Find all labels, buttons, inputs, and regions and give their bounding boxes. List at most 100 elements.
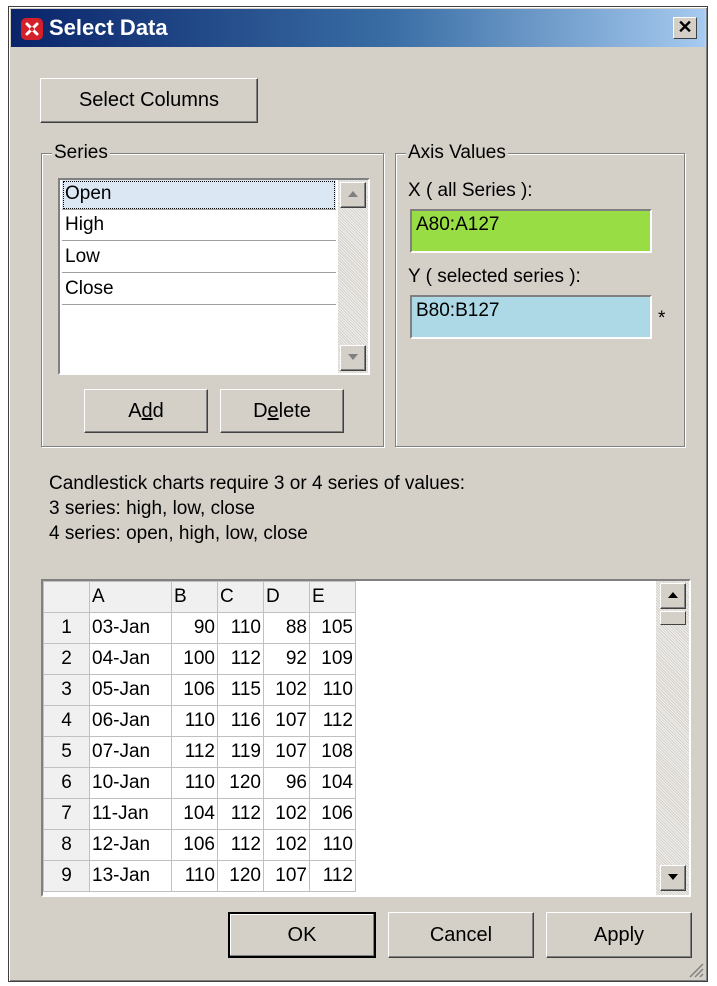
add-button-label: Add (128, 399, 164, 422)
row-header: 1 (43, 612, 90, 644)
column-header-c[interactable]: C (217, 581, 264, 613)
value-cell[interactable]: 102 (263, 829, 310, 861)
value-cell[interactable]: 110 (217, 612, 264, 644)
resize-grip-icon[interactable] (686, 960, 704, 978)
select-columns-button[interactable]: Select Columns (40, 78, 258, 123)
data-table: A B C D E 1 03-Jan 90 110 88 105 2 04-Jan 100 112… (43, 581, 356, 892)
value-cell[interactable]: 112 (171, 736, 218, 768)
value-cell[interactable]: 120 (217, 767, 264, 799)
data-grid[interactable]: A B C D E 1 03-Jan 90 110 88 105 2 04-Jan 100 112… (41, 579, 691, 897)
series-item-open[interactable]: Open (62, 180, 336, 210)
value-cell[interactable]: 112 (217, 829, 264, 861)
close-icon: ✕ (677, 17, 693, 37)
value-cell[interactable]: 108 (309, 736, 356, 768)
value-cell[interactable]: 100 (171, 643, 218, 675)
arrow-down-icon (348, 354, 358, 360)
value-cell[interactable]: 104 (309, 767, 356, 799)
value-cell[interactable]: 110 (171, 705, 218, 737)
grid-scroll-up-button[interactable] (660, 583, 686, 609)
delete-button[interactable]: Delete (220, 389, 344, 433)
value-cell[interactable]: 107 (263, 736, 310, 768)
series-item-close[interactable]: Close (62, 275, 336, 305)
value-cell[interactable]: 107 (263, 860, 310, 892)
date-cell[interactable]: 10-Jan (89, 767, 172, 799)
value-cell[interactable]: 106 (309, 798, 356, 830)
value-cell[interactable]: 106 (171, 674, 218, 706)
arrow-down-icon (668, 874, 678, 880)
value-cell[interactable]: 112 (309, 860, 356, 892)
value-cell[interactable]: 105 (309, 612, 356, 644)
value-cell[interactable]: 92 (263, 643, 310, 675)
value-cell[interactable]: 104 (171, 798, 218, 830)
table-row: 4 06-Jan 110 116 107 112 (43, 705, 356, 737)
scroll-up-button[interactable] (340, 182, 366, 208)
column-header-row: A B C D E (43, 581, 356, 613)
value-cell[interactable]: 112 (217, 643, 264, 675)
title-bar[interactable]: Select Data ✕ (11, 9, 705, 47)
value-cell[interactable]: 109 (309, 643, 356, 675)
grid-scrollbar[interactable] (656, 581, 689, 895)
value-cell[interactable]: 90 (171, 612, 218, 644)
row-header: 5 (43, 736, 90, 768)
value-cell[interactable]: 115 (217, 674, 264, 706)
table-row: 6 10-Jan 110 120 96 104 (43, 767, 356, 799)
scroll-down-button[interactable] (340, 345, 366, 371)
grid-scroll-thumb[interactable] (660, 611, 686, 625)
date-cell[interactable]: 12-Jan (89, 829, 172, 861)
column-header-d[interactable]: D (263, 581, 310, 613)
date-cell[interactable]: 05-Jan (89, 674, 172, 706)
row-header: 2 (43, 643, 90, 675)
series-scrollbar[interactable] (338, 180, 368, 373)
x-axis-label: X ( all Series ): (408, 180, 533, 201)
row-header: 6 (43, 767, 90, 799)
value-cell[interactable]: 112 (309, 705, 356, 737)
column-header-e[interactable]: E (309, 581, 356, 613)
app-logo-icon (21, 18, 43, 40)
table-row: 3 05-Jan 106 115 102 110 (43, 674, 356, 706)
value-cell[interactable]: 88 (263, 612, 310, 644)
x-range-field[interactable]: A80:A127 (410, 209, 652, 253)
value-cell[interactable]: 110 (309, 829, 356, 861)
value-cell[interactable]: 110 (171, 767, 218, 799)
series-item-low[interactable]: Low (62, 243, 336, 273)
ok-button[interactable]: OK (228, 912, 376, 958)
value-cell[interactable]: 112 (217, 798, 264, 830)
value-cell[interactable]: 106 (171, 829, 218, 861)
candlestick-info: Candlestick charts require 3 or 4 series… (49, 471, 465, 546)
arrow-up-icon (348, 191, 358, 197)
info-line: 3 series: high, low, close (49, 498, 255, 519)
y-axis-label: Y ( selected series ): (408, 266, 581, 287)
row-header: 7 (43, 798, 90, 830)
table-row: 9 13-Jan 110 120 107 112 (43, 860, 356, 892)
series-item-high[interactable]: High (62, 211, 336, 241)
value-cell[interactable]: 107 (263, 705, 310, 737)
date-cell[interactable]: 04-Jan (89, 643, 172, 675)
value-cell[interactable]: 110 (171, 860, 218, 892)
table-row: 1 03-Jan 90 110 88 105 (43, 612, 356, 644)
date-cell[interactable]: 06-Jan (89, 705, 172, 737)
table-row: 5 07-Jan 112 119 107 108 (43, 736, 356, 768)
value-cell[interactable]: 102 (263, 674, 310, 706)
value-cell[interactable]: 120 (217, 860, 264, 892)
column-header-b[interactable]: B (171, 581, 218, 613)
value-cell[interactable]: 119 (217, 736, 264, 768)
close-button[interactable]: ✕ (673, 17, 697, 39)
apply-button[interactable]: Apply (546, 912, 692, 958)
axis-values-group-label: Axis Values (406, 142, 508, 164)
date-cell[interactable]: 13-Jan (89, 860, 172, 892)
column-header-a[interactable]: A (89, 581, 172, 613)
cancel-button[interactable]: Cancel (388, 912, 534, 958)
table-row: 8 12-Jan 106 112 102 110 (43, 829, 356, 861)
value-cell[interactable]: 96 (263, 767, 310, 799)
y-range-field[interactable]: B80:B127 (410, 295, 652, 339)
add-button[interactable]: Add (84, 389, 208, 433)
date-cell[interactable]: 07-Jan (89, 736, 172, 768)
value-cell[interactable]: 116 (217, 705, 264, 737)
date-cell[interactable]: 03-Jan (89, 612, 172, 644)
date-cell[interactable]: 11-Jan (89, 798, 172, 830)
row-header: 4 (43, 705, 90, 737)
value-cell[interactable]: 110 (309, 674, 356, 706)
series-listbox[interactable]: Open High Low Close (58, 178, 370, 375)
grid-scroll-down-button[interactable] (660, 865, 686, 891)
value-cell[interactable]: 102 (263, 798, 310, 830)
